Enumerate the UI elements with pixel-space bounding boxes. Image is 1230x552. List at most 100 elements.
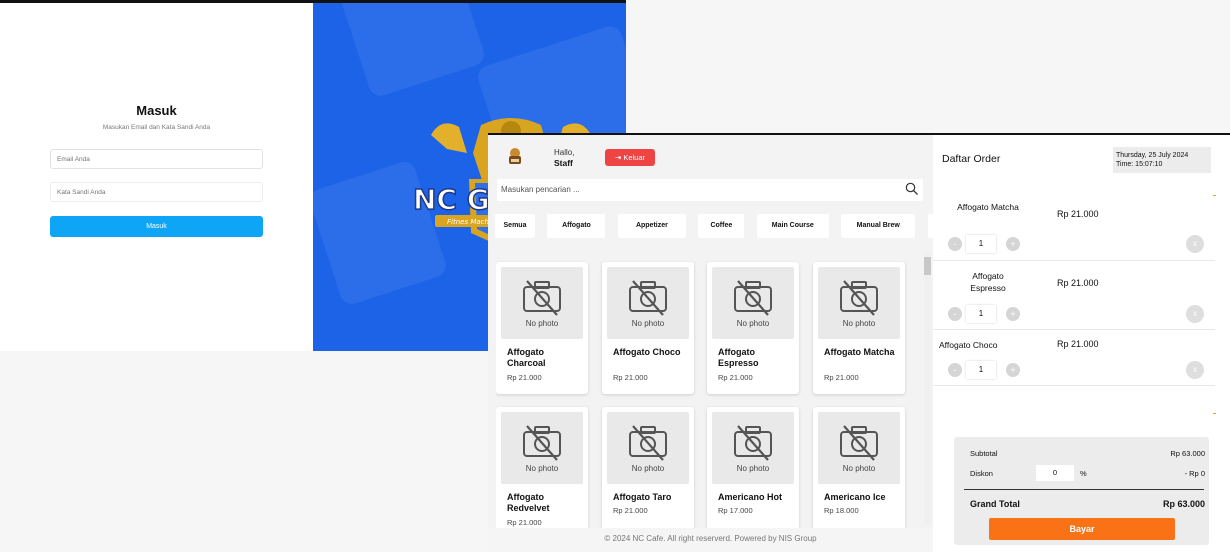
search-placeholder: Masukan pencarian ... [501,185,580,194]
product-price: Rp 17.000 [718,506,753,515]
discount-input[interactable]: 0 [1036,465,1074,481]
product-image: No photo [712,267,794,339]
product-name: Americano Ice [824,492,886,502]
discount-amount: - Rp 0 [1184,469,1205,478]
tab-affogato[interactable]: Affogato [547,214,606,238]
no-photo-label: No photo [631,464,665,473]
product-name: Affogato Redvelvet [507,492,550,513]
order-item-name: Affogato Espresso [970,271,1006,293]
password-field[interactable] [50,182,263,202]
no-photo-icon [523,280,561,316]
remove-item-button[interactable]: x [1186,305,1204,323]
no-photo-icon [840,425,878,461]
product-card[interactable]: No photo Affogato Redvelvet Rp 21.000 [496,407,588,533]
product-grid: No photo Affogato Charcoal Rp 21.000 No pho… [496,253,924,533]
product-name: Americano Hot [718,492,783,502]
remove-item-button[interactable]: x [1186,235,1204,253]
subtotal-row: Subtotal Rp 63.000 [970,449,1205,458]
product-image: No photo [501,412,583,484]
product-card[interactable]: No photo Americano Hot Rp 17.000 [707,407,799,533]
quantity-value[interactable]: 1 [966,361,996,379]
logout-icon: ⇥ [614,153,622,162]
order-item-price: Rp 21.000 [1057,209,1099,219]
decrease-button[interactable]: - [948,363,962,377]
user-name: Staff [554,158,573,168]
no-photo-label: No photo [525,464,559,473]
order-item: Affogato Espresso Rp 21.000 - 1 + x [933,262,1215,330]
subtotal-value: Rp 63.000 [1170,449,1205,458]
product-image: No photo [501,267,583,339]
product-price: Rp 18.000 [824,506,859,515]
no-photo-icon [629,425,667,461]
product-name: Affogato Espresso [718,347,759,368]
login-button[interactable]: Masuk [50,216,263,237]
menu-panel: Hallo, Staff ⇥ Keluar Masukan pencarian … [488,135,948,552]
product-card[interactable]: No photo Affogato Matcha Rp 21.000 [813,262,905,394]
footer: © 2024 NC Cafe. All right reserverd. Pow… [488,528,933,552]
grand-total-row: Grand Total Rp 63.000 [970,499,1205,509]
tab-main-course[interactable]: Main Course [756,214,829,238]
scroll-marker [1213,413,1216,414]
order-title: Daftar Order [942,153,1001,165]
no-photo-label: No photo [525,319,559,328]
tab-appetizer[interactable]: Appetizer [617,214,686,238]
product-card[interactable]: No photo Affogato Charcoal Rp 21.000 [496,262,588,394]
increase-button[interactable]: + [1006,363,1020,377]
order-item-price: Rp 21.000 [1057,278,1099,288]
no-photo-icon [734,280,772,316]
no-photo-label: No photo [842,319,876,328]
scroll-thumb[interactable] [924,257,931,275]
order-item-name: Affogato Choco [939,340,998,350]
email-field[interactable] [50,149,263,169]
tab-coffee[interactable]: Coffee [698,214,745,238]
no-photo-icon [629,280,667,316]
order-item-price: Rp 21.000 [1057,339,1099,349]
discount-unit: % [1080,469,1087,478]
order-item: Affogato Choco Rp 21.000 - 1 + x [933,330,1215,386]
product-card[interactable]: No photo Americano Ice Rp 18.000 [813,407,905,533]
no-photo-label: No photo [631,319,665,328]
discount-row: Diskon 0 % - Rp 0 [970,465,1205,481]
quantity-value[interactable]: 1 [966,305,996,323]
order-item-name: Affogato Matcha [957,202,1019,212]
login-subtitle: Masukan Email dan Kata Sandi Anda [102,124,211,131]
remove-item-button[interactable]: x [1186,361,1204,379]
quantity-value[interactable]: 1 [966,235,996,253]
product-scrollbar[interactable] [924,253,931,525]
pay-button[interactable]: Bayar [989,518,1175,540]
order-panel: Daftar Order Thursday, 25 July 2024 Time… [933,135,1230,552]
product-price: Rp 21.000 [718,373,753,382]
product-price: Rp 21.000 [613,373,648,382]
datetime-box: Thursday, 25 July 2024 Time: 15:07:10 [1113,147,1211,173]
no-photo-label: No photo [842,464,876,473]
logout-label: Keluar [623,153,646,162]
product-price: Rp 21.000 [507,373,542,382]
tab-manual-brew[interactable]: Manual Brew [841,214,916,238]
product-image: No photo [607,267,689,339]
product-card[interactable]: No photo Affogato Taro Rp 21.000 [602,407,694,533]
product-image: No photo [818,412,900,484]
product-name: Affogato Taro [613,492,672,502]
no-photo-icon [523,425,561,461]
svg-text:Fitnes Mach: Fitnes Mach [447,218,489,226]
product-image: No photo [818,267,900,339]
increase-button[interactable]: + [1006,237,1020,251]
discount-label: Diskon [970,469,993,478]
product-name: Affogato Charcoal [507,347,546,368]
login-title: Masuk [136,103,177,118]
tab-semua[interactable]: Semua [495,214,535,238]
order-item: Affogato Matcha Rp 21.000 - 1 + x [933,193,1215,261]
no-photo-label: No photo [736,464,770,473]
increase-button[interactable]: + [1006,307,1020,321]
search-bar[interactable]: Masukan pencarian ... [497,179,923,201]
product-card[interactable]: No photo Affogato Espresso Rp 21.000 [707,262,799,394]
greeting-text: Hallo, [554,148,575,157]
decrease-button[interactable]: - [948,237,962,251]
logout-button[interactable]: ⇥ Keluar [605,149,655,166]
grand-total-label: Grand Total [970,499,1020,509]
decrease-button[interactable]: - [948,307,962,321]
search-icon[interactable] [905,182,919,196]
product-name: Affogato Choco [613,347,681,357]
product-card[interactable]: No photo Affogato Choco Rp 21.000 [602,262,694,394]
grand-total-value: Rp 63.000 [1162,499,1205,509]
